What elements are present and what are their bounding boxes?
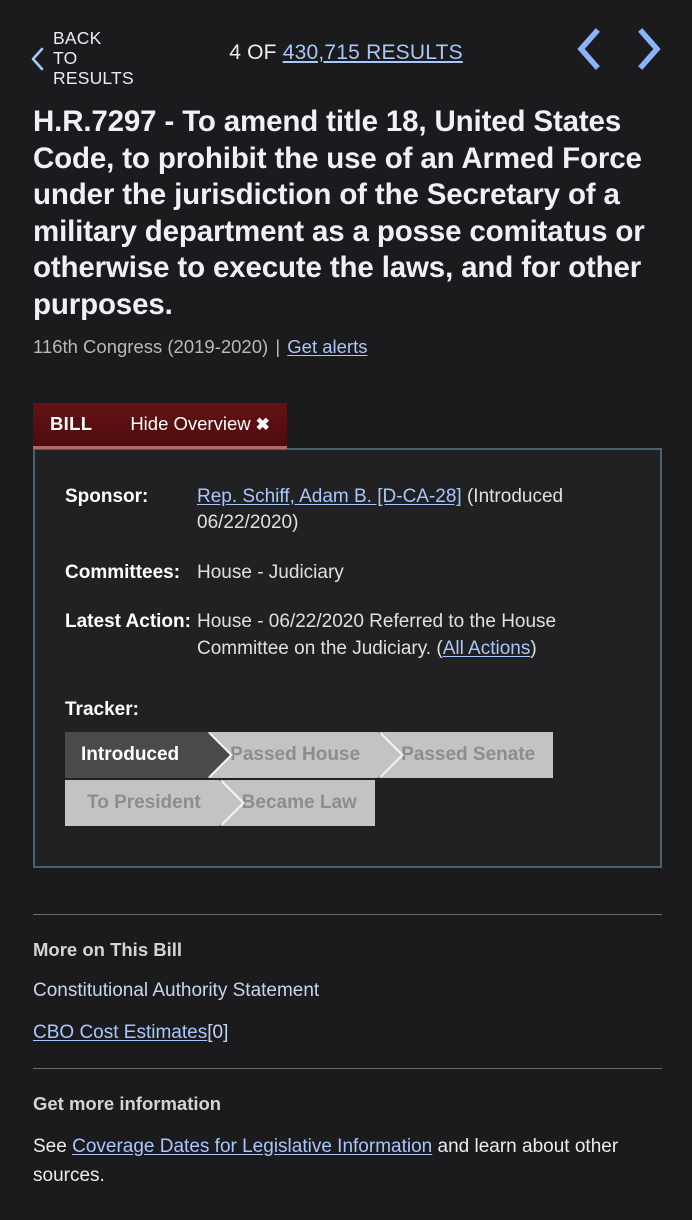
overview-body: Sponsor: Rep. Schiff, Adam B. [D-CA-28] … bbox=[33, 447, 662, 868]
legislative-tracker: Introduced Passed House Passed Senate To… bbox=[65, 732, 559, 827]
tracker-row: To President Became Law bbox=[65, 780, 376, 827]
tracker-step-passed-house[interactable]: Passed House bbox=[208, 732, 404, 779]
tracker-step-passed-senate[interactable]: Passed Senate bbox=[379, 732, 554, 779]
bill-overview-panel: BILL Hide Overview ✖ Sponsor: Rep. Schiff… bbox=[33, 402, 662, 868]
committees-value: House - Judiciary bbox=[197, 561, 344, 583]
overview-tab-bar: BILL Hide Overview ✖ bbox=[33, 402, 662, 449]
committees-row: Committees: House - Judiciary bbox=[65, 560, 628, 587]
latest-action-value: House - 06/22/2020 Referred to the House… bbox=[197, 609, 628, 662]
more-on-this-bill-section: More on This Bill Constitutional Authori… bbox=[33, 913, 662, 1046]
get-more-information-section: Get more information See Coverage Dates … bbox=[33, 1067, 662, 1190]
coverage-dates-link[interactable]: Coverage Dates for Legislative Informati… bbox=[72, 1136, 432, 1157]
get-more-information-text: See Coverage Dates for Legislative Infor… bbox=[33, 1132, 662, 1190]
text-before-link: See bbox=[33, 1135, 73, 1157]
tracker-step-to-president[interactable]: To President bbox=[65, 780, 245, 827]
tracker-step-label: Introduced bbox=[81, 744, 180, 766]
results-total-link[interactable]: 430,715 RESULTS bbox=[283, 41, 463, 64]
get-alerts-link[interactable]: Get alerts bbox=[287, 336, 367, 357]
all-actions-link[interactable]: All Actions bbox=[443, 638, 531, 659]
next-result-button[interactable] bbox=[626, 24, 672, 74]
record-navigation-arrows bbox=[566, 24, 672, 74]
bill-detail-page: BACK TO RESULTS 4 OF 430,715 RESULTS H.R… bbox=[0, 0, 692, 1220]
chevron-right-icon bbox=[626, 27, 672, 71]
sponsor-label: Sponsor: bbox=[65, 485, 149, 507]
committees-label: Committees: bbox=[65, 561, 181, 583]
close-x-icon: ✖ bbox=[255, 414, 270, 434]
subline-separator: | bbox=[275, 335, 281, 357]
paren-close: ) bbox=[530, 637, 537, 659]
sponsor-value: Rep. Schiff, Adam B. [D-CA-28] (Introduc… bbox=[197, 484, 628, 537]
top-navigation-bar: BACK TO RESULTS 4 OF 430,715 RESULTS bbox=[0, 0, 692, 96]
previous-result-button[interactable] bbox=[566, 24, 612, 74]
cbo-cost-estimates-count: [0] bbox=[207, 1021, 229, 1043]
tab-bill-label: BILL bbox=[50, 412, 93, 434]
tracker-row: Introduced Passed House Passed Senate bbox=[65, 732, 554, 779]
bill-title-block: H.R.7297 - To amend title 18, United Sta… bbox=[0, 96, 692, 359]
page-title: H.R.7297 - To amend title 18, United Sta… bbox=[33, 105, 645, 321]
cbo-cost-estimates-link[interactable]: CBO Cost Estimates bbox=[33, 1022, 207, 1043]
tracker-step-label: Passed House bbox=[230, 744, 361, 766]
tracker-step-label: To President bbox=[87, 792, 201, 814]
latest-action-label: Latest Action: bbox=[65, 611, 191, 633]
constitutional-authority-statement-link[interactable]: Constitutional Authority Statement bbox=[33, 978, 662, 1004]
tracker-step-introduced[interactable]: Introduced bbox=[65, 732, 234, 779]
congress-label: 116th Congress (2019-2020) bbox=[33, 335, 269, 357]
bottom-spacer bbox=[0, 1190, 692, 1220]
hide-overview-label: Hide Overview bbox=[130, 412, 251, 434]
latest-action-row: Latest Action: House - 06/22/2020 Referr… bbox=[65, 609, 628, 662]
cbo-cost-estimates-row: CBO Cost Estimates [0] bbox=[33, 1020, 662, 1046]
get-more-information-title: Get more information bbox=[33, 1092, 222, 1114]
tab-bill[interactable]: BILL Hide Overview ✖ bbox=[33, 402, 287, 449]
hide-overview-button[interactable]: Hide Overview ✖ bbox=[130, 413, 270, 435]
results-counter-prefix: 4 OF bbox=[229, 41, 277, 64]
chevron-left-icon bbox=[566, 27, 612, 71]
tracker-label: Tracker: bbox=[65, 699, 139, 721]
bill-subline: 116th Congress (2019-2020) | Get alerts bbox=[33, 335, 662, 359]
tracker-step-label: Became Law bbox=[241, 792, 357, 814]
tracker-step-label: Passed Senate bbox=[401, 744, 536, 766]
sponsor-row: Sponsor: Rep. Schiff, Adam B. [D-CA-28] … bbox=[65, 484, 628, 537]
sponsor-link[interactable]: Rep. Schiff, Adam B. [D-CA-28] bbox=[197, 486, 462, 507]
more-on-this-bill-title: More on This Bill bbox=[33, 938, 183, 960]
